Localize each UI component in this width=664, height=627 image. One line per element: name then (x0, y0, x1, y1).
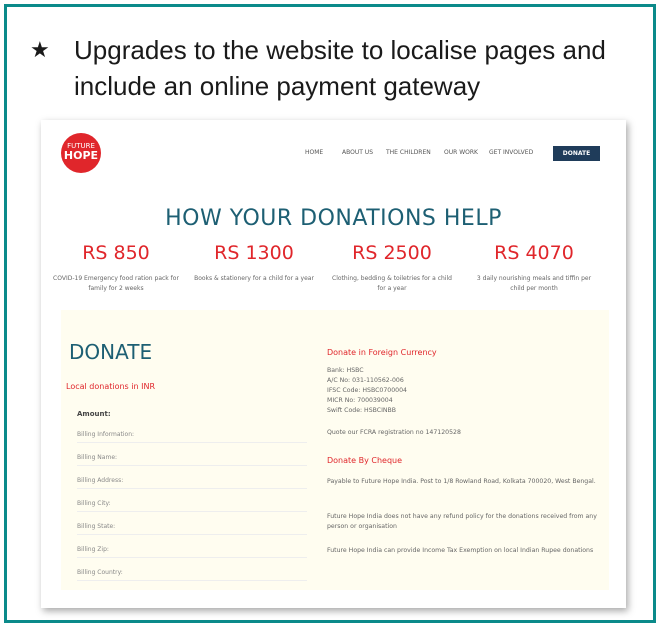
star-icon: ★ (30, 37, 50, 62)
billing-address-field[interactable]: Billing Address: (77, 474, 307, 489)
tier-description: COVID-19 Emergency food ration pack for … (53, 275, 179, 292)
account-number: A/C No: 031-110562-006 (327, 377, 404, 384)
billing-country-field[interactable]: Billing Country: (77, 566, 307, 581)
tier-amount: RS 850 (82, 242, 150, 264)
nav-get-involved[interactable]: GET INVOLVED (489, 149, 533, 156)
website-screenshot: FUTURE HOPE HOME ABOUT US THE CHILDREN O… (41, 120, 626, 608)
ifsc-code: IFSC Code: HSBC0700004 (327, 387, 407, 394)
tier-amount: RS 2500 (352, 242, 432, 264)
billing-information-field[interactable]: Billing Information: (77, 428, 307, 443)
tier-amount: RS 1300 (214, 242, 294, 264)
donate-panel: DONATE Local donations in INR Amount: Bi… (61, 310, 609, 590)
cheque-payable-text: Payable to Future Hope India. Post to 1/… (327, 478, 596, 485)
donate-button[interactable]: DONATE (553, 146, 600, 161)
billing-zip-field[interactable]: Billing Zip: (77, 543, 307, 558)
swift-code: Swift Code: HSBCINBB (327, 407, 397, 414)
refund-policy-text: Future Hope India does not have any refu… (327, 513, 597, 530)
nav-our-work[interactable]: OUR WORK (444, 149, 478, 156)
local-donations-title: Local donations in INR (66, 382, 155, 391)
billing-name-field[interactable]: Billing Name: (77, 451, 307, 466)
fcra-text: Quote our FCRA registration no 147120528 (327, 429, 461, 436)
future-hope-logo[interactable]: FUTURE HOPE (61, 133, 101, 173)
nav-home[interactable]: HOME (305, 149, 323, 156)
billing-city-field[interactable]: Billing City: (77, 497, 307, 512)
logo-line-2: HOPE (63, 149, 99, 162)
micr-code: MICR No: 700039004 (327, 397, 393, 404)
foreign-currency-title: Donate in Foreign Currency (327, 348, 437, 357)
nav-about[interactable]: ABOUT US (342, 149, 373, 156)
tier-description: Books & stationery for a child for a yea… (194, 275, 314, 282)
tax-exemption-text: Future Hope India can provide Income Tax… (327, 547, 594, 554)
nav-children[interactable]: THE CHILDREN (386, 149, 431, 156)
cheque-title: Donate By Cheque (327, 456, 403, 465)
amount-label: Amount: (77, 410, 111, 418)
bank-name: Bank: HSBC (327, 367, 364, 374)
billing-state-field[interactable]: Billing State: (77, 520, 307, 535)
tier-amount: RS 4070 (494, 242, 574, 264)
donate-title: DONATE (69, 340, 153, 364)
bullet-text: Upgrades to the website to localise page… (74, 35, 606, 101)
help-title: HOW YOUR DONATIONS HELP (165, 206, 502, 231)
tier-description: 3 daily nourishing meals and tiffin per … (476, 275, 592, 292)
tier-description: Clothing, bedding & toiletries for a chi… (332, 275, 452, 292)
